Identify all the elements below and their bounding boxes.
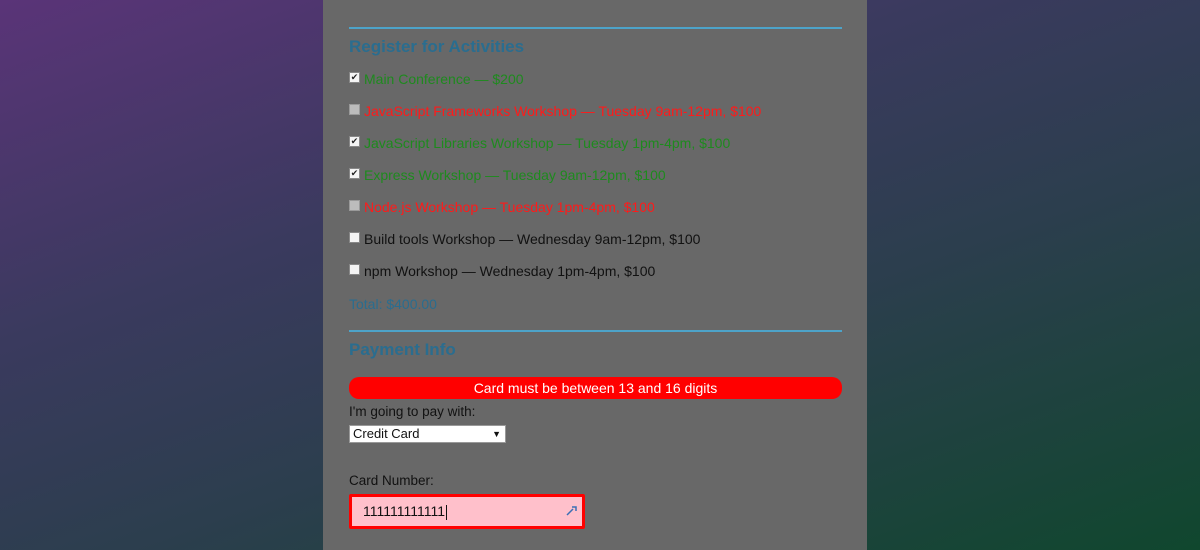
activity-nodejs[interactable]: Node.js Workshop — Tuesday 1pm-4pm, $100: [349, 198, 655, 216]
section-divider: [349, 330, 842, 332]
card-number-label: Card Number:: [349, 473, 434, 488]
pay-with-label: I'm going to pay with:: [349, 404, 476, 419]
activity-build-tools[interactable]: Build tools Workshop — Wednesday 9am-12p…: [349, 230, 700, 248]
activity-label: npm Workshop — Wednesday 1pm-4pm, $100: [364, 263, 656, 279]
autofill-key-icon[interactable]: [566, 505, 578, 517]
activity-checkbox[interactable]: [349, 199, 360, 211]
activity-npm[interactable]: npm Workshop — Wednesday 1pm-4pm, $100: [349, 262, 655, 280]
activity-label: JavaScript Frameworks Workshop — Tuesday…: [364, 103, 762, 119]
card-error-banner: Card must be between 13 and 16 digits: [349, 377, 842, 399]
activities-title: Register for Activities: [349, 37, 525, 56]
activity-checkbox[interactable]: ✔: [349, 135, 360, 147]
activity-checkbox[interactable]: ✔: [349, 167, 360, 179]
payment-method-select[interactable]: Credit Card ▼: [349, 425, 506, 443]
text-caret: [446, 504, 448, 520]
card-number-value: 111111111111: [363, 503, 446, 519]
activity-js-frameworks[interactable]: JavaScript Frameworks Workshop — Tuesday…: [349, 102, 761, 120]
activity-checkbox[interactable]: ✔: [349, 71, 360, 83]
form-panel: Register for Activities ✔ Main Conferenc…: [323, 0, 867, 550]
activity-main-conference[interactable]: ✔ Main Conference — $200: [349, 70, 524, 88]
dropdown-arrow-icon: ▼: [492, 429, 501, 439]
payment-method-value: Credit Card: [353, 426, 420, 441]
activity-label: Build tools Workshop — Wednesday 9am-12p…: [364, 231, 701, 247]
activity-label: Express Workshop — Tuesday 9am-12pm, $10…: [364, 167, 666, 183]
section-divider: [349, 27, 842, 29]
activity-label: Node.js Workshop — Tuesday 1pm-4pm, $100: [364, 199, 655, 215]
activity-checkbox[interactable]: [349, 263, 360, 275]
activity-checkbox[interactable]: [349, 231, 360, 243]
activity-express[interactable]: ✔ Express Workshop — Tuesday 9am-12pm, $…: [349, 166, 666, 184]
card-number-input[interactable]: 111111111111: [349, 494, 585, 529]
activity-checkbox[interactable]: [349, 103, 360, 115]
activities-total: Total: $400.00: [349, 296, 437, 312]
activity-label: JavaScript Libraries Workshop — Tuesday …: [364, 135, 731, 151]
payment-title: Payment Info: [349, 340, 456, 359]
activity-js-libraries[interactable]: ✔ JavaScript Libraries Workshop — Tuesda…: [349, 134, 730, 152]
activity-label: Main Conference — $200: [364, 71, 524, 87]
